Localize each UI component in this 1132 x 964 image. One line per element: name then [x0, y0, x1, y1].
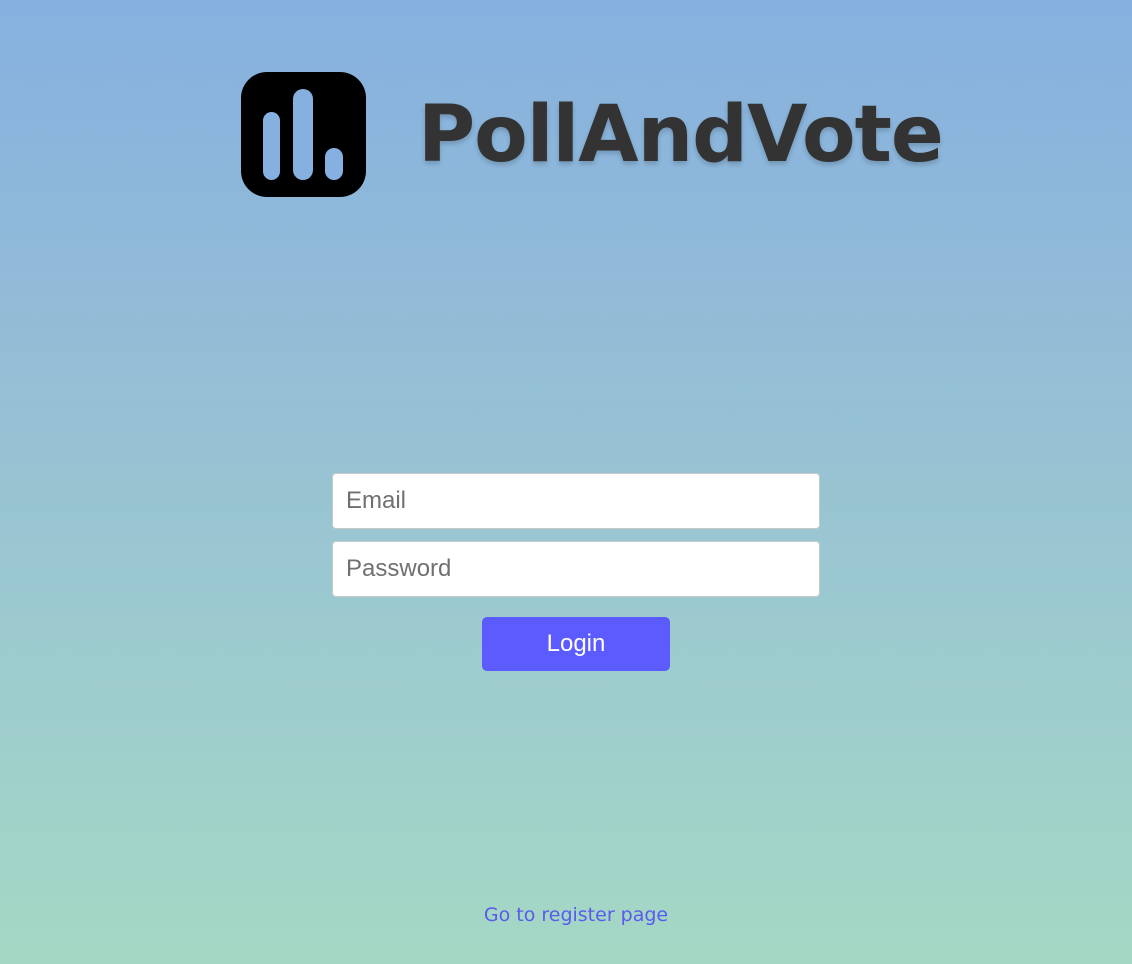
login-button[interactable]: Login — [482, 617, 670, 671]
app-title: PollAndVote — [418, 89, 944, 180]
bar-chart-icon — [241, 72, 366, 197]
register-page-link[interactable]: Go to register page — [0, 904, 1132, 926]
login-form: Login — [332, 473, 820, 671]
brand-header: PollAndVote — [241, 72, 944, 197]
password-field[interactable] — [332, 541, 820, 597]
email-field[interactable] — [332, 473, 820, 529]
